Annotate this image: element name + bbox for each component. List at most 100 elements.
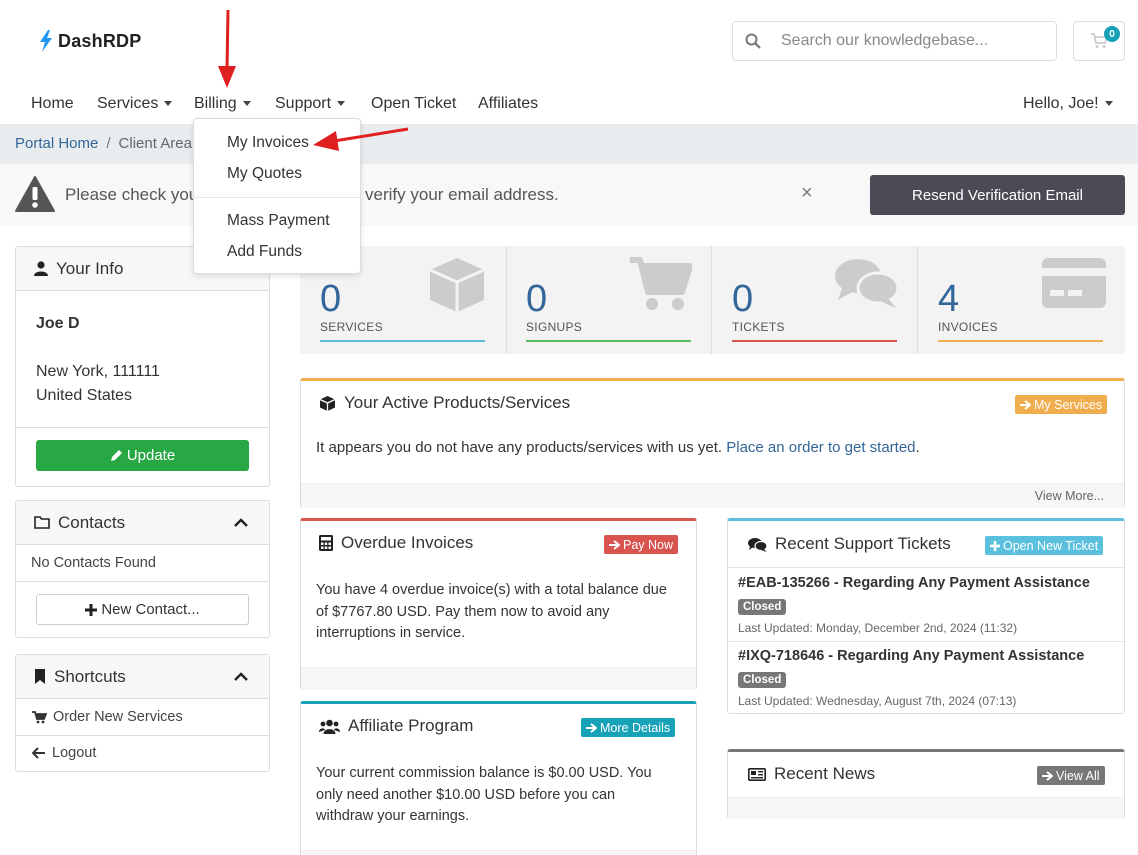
menu-item-my-quotes[interactable]: My Quotes: [227, 165, 302, 183]
update-button[interactable]: Update: [36, 440, 249, 471]
search-box[interactable]: [732, 21, 1057, 61]
open-new-ticket-badge[interactable]: Open New Ticket: [985, 536, 1104, 555]
status-badge: Closed: [738, 599, 787, 615]
stat-signups[interactable]: 0 SIGNUPS: [506, 246, 712, 354]
caret-down-icon: [337, 101, 346, 107]
stat-services-underline: [320, 340, 485, 342]
recent-tickets-title: Recent Support Tickets: [775, 534, 951, 553]
my-services-badge[interactable]: My Services: [1015, 395, 1108, 414]
stat-signups-underline: [526, 340, 691, 342]
ticket-updated: Last Updated: Wednesday, August 7th, 202…: [738, 694, 1017, 708]
nav-support[interactable]: Support: [275, 95, 346, 113]
nav-home[interactable]: Home: [31, 95, 74, 113]
client-city: New York, 111111: [36, 363, 160, 380]
alert-close-button[interactable]: ×: [801, 182, 813, 205]
menu-item-mass-payment[interactable]: Mass Payment: [227, 212, 330, 230]
search-input[interactable]: [781, 32, 1051, 50]
stat-tickets-underline: [732, 340, 897, 342]
contacts-header[interactable]: Contacts: [16, 501, 269, 545]
no-products-message: It appears you do not have any products/…: [316, 439, 723, 456]
no-contacts-text: No Contacts Found: [31, 555, 156, 571]
warning-icon: [15, 176, 55, 212]
more-details-badge[interactable]: More Details: [581, 718, 676, 737]
recent-tickets-panel: Recent Support Tickets Open New Ticket #…: [727, 518, 1125, 714]
new-contact-button[interactable]: New Contact...: [36, 594, 249, 625]
affiliate-message: Your current commission balance is $0.00…: [316, 763, 652, 828]
alert-text-start: Please check your: [65, 185, 204, 204]
divider: [16, 735, 269, 736]
ticket-subject[interactable]: #EAB-135266 - Regarding Any Payment Assi…: [738, 575, 1090, 591]
ticket-row[interactable]: #EAB-135266 - Regarding Any Payment Assi…: [728, 568, 1124, 641]
shortcut-logout[interactable]: Logout: [32, 745, 96, 761]
cube-icon: [319, 395, 336, 411]
breadcrumb-portal-home[interactable]: Portal Home: [15, 135, 98, 152]
more-details-label: More Details: [600, 720, 671, 735]
active-products-header: Your Active Products/Services: [301, 381, 1124, 425]
breadcrumb-separator: /: [106, 135, 111, 152]
comments-icon: [835, 259, 900, 308]
chevron-up-icon[interactable]: [234, 518, 248, 527]
view-more-link[interactable]: View More...: [1035, 489, 1104, 503]
overdue-invoices-title: Overdue Invoices: [341, 533, 474, 552]
overdue-footer: [301, 667, 696, 690]
alert-text-end: k to verify your email address.: [332, 185, 559, 204]
nav-billing[interactable]: Billing: [194, 95, 251, 113]
users-icon: [319, 719, 340, 734]
cart-button[interactable]: 0: [1073, 21, 1125, 61]
stat-tickets[interactable]: 0 TICKETS: [712, 246, 918, 354]
stat-services-value: 0: [320, 278, 342, 320]
recent-news-footer: [728, 797, 1124, 819]
breadcrumb-bar: Portal Home / Client Area: [0, 124, 1138, 164]
arrow-right-icon: [1042, 770, 1053, 781]
ticket-subject[interactable]: #IXQ-718646 - Regarding Any Payment Assi…: [738, 648, 1084, 664]
nav-billing-label: Billing: [194, 95, 237, 112]
update-button-label: Update: [126, 447, 176, 464]
overdue-invoices-panel: Overdue Invoices Pay Now You have 4 over…: [300, 518, 697, 690]
calculator-icon: [319, 535, 333, 551]
header: DashRDP 0: [0, 0, 1138, 82]
nav-services-label: Services: [97, 95, 159, 112]
stat-tickets-label: TICKETS: [732, 320, 785, 334]
nav-open-ticket[interactable]: Open Ticket: [371, 95, 456, 113]
comments-icon: [748, 537, 767, 552]
brand-name: DashRDP: [58, 30, 142, 51]
shortcut-order-services[interactable]: Order New Services: [32, 709, 183, 725]
billing-dropdown-menu: My Invoices My Quotes Mass Payment Add F…: [193, 118, 361, 274]
breadcrumb: Portal Home / Client Area: [15, 135, 192, 152]
nav-services[interactable]: Services: [97, 95, 173, 113]
arrow-left-icon: [32, 747, 45, 759]
view-all-badge[interactable]: View All: [1037, 766, 1105, 785]
brand-logo[interactable]: DashRDP: [38, 30, 141, 52]
caret-down-icon: [1104, 101, 1113, 107]
cube-icon: [429, 258, 485, 312]
menu-divider: [194, 197, 360, 198]
resend-verification-button[interactable]: Resend Verification Email: [870, 175, 1125, 215]
shortcuts-header[interactable]: Shortcuts: [16, 655, 269, 699]
no-products-period: .: [915, 439, 920, 456]
main-nav: Home Services Billing Support Open Ticke…: [0, 84, 1138, 124]
overdue-line-3: interruptions in service.: [316, 625, 466, 641]
menu-item-add-funds[interactable]: Add Funds: [227, 243, 302, 261]
menu-item-my-invoices[interactable]: My Invoices: [227, 134, 309, 152]
chevron-up-icon[interactable]: [234, 672, 248, 681]
cart-icon: [630, 257, 692, 310]
caret-down-icon: [242, 101, 251, 107]
stat-signups-value: 0: [526, 278, 548, 320]
affiliate-line-1: Your current commission balance is $0.00…: [316, 765, 652, 781]
overdue-line-2: of $7767.80 USD. Pay them now to avoid a…: [316, 603, 610, 620]
cart-count-badge: 0: [1104, 26, 1120, 42]
pay-now-badge[interactable]: Pay Now: [604, 535, 679, 554]
your-info-title: Your Info: [56, 258, 124, 278]
place-order-link[interactable]: Place an order to get started: [726, 439, 915, 456]
overdue-line-1: You have 4 overdue invoice(s) with a tot…: [316, 582, 667, 598]
nav-user-menu[interactable]: Hello, Joe!: [1023, 95, 1113, 113]
nav-affiliates[interactable]: Affiliates: [478, 95, 538, 113]
stat-invoices[interactable]: 4 INVOICES: [918, 246, 1125, 354]
plus-icon: [85, 603, 98, 616]
stats-tiles: 0 SERVICES 0 SIGNUPS 0 TICKETS 4 INVOICE…: [300, 246, 1125, 354]
active-products-title: Your Active Products/Services: [344, 393, 571, 412]
stat-services-label: SERVICES: [320, 320, 383, 334]
stat-invoices-underline: [938, 340, 1103, 342]
ticket-row[interactable]: #IXQ-718646 - Regarding Any Payment Assi…: [728, 642, 1124, 715]
arrow-right-icon: [586, 722, 597, 733]
